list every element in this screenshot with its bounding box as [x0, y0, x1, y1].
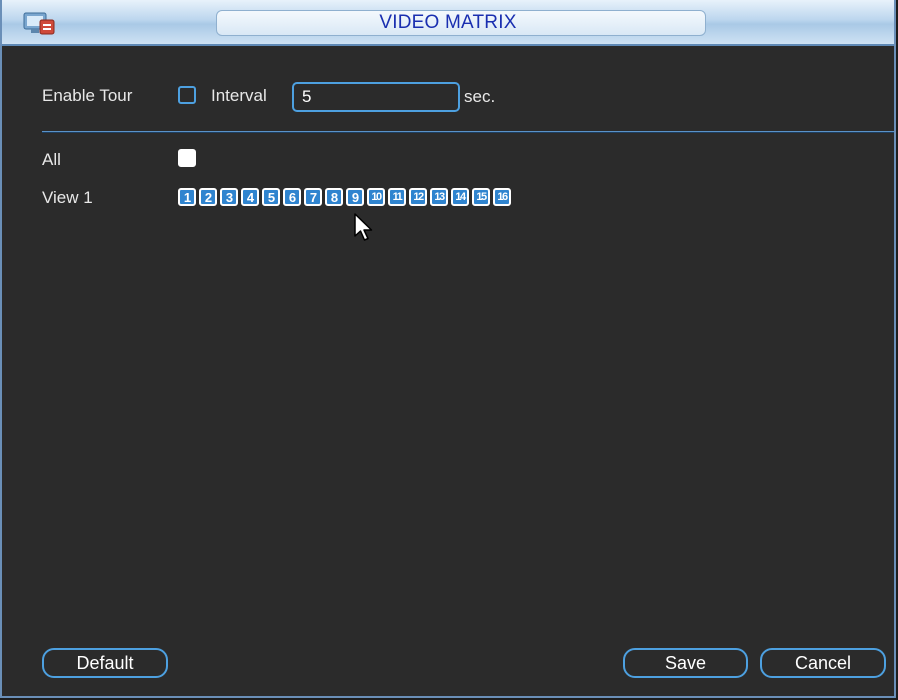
view1-channel-list: 1 2 3 4 5 6 7 8 9 10 11 12 13 14 15 16 [178, 188, 514, 206]
channel-1-toggle[interactable]: 1 [178, 188, 196, 206]
view1-label: View 1 [42, 188, 93, 207]
channel-15-toggle[interactable]: 15 [472, 188, 490, 206]
interval-input[interactable]: 5 [292, 82, 460, 112]
default-button[interactable]: Default [42, 648, 168, 678]
channel-7-toggle[interactable]: 7 [304, 188, 322, 206]
interval-unit-label: sec. [464, 87, 496, 106]
interval-label: Interval [211, 86, 267, 105]
channel-11-toggle[interactable]: 11 [388, 188, 406, 206]
channel-9-toggle[interactable]: 9 [346, 188, 364, 206]
window-title: VIDEO MATRIX [379, 12, 517, 33]
channel-6-toggle[interactable]: 6 [283, 188, 301, 206]
mouse-pointer-icon [354, 213, 373, 241]
video-matrix-window: VIDEO MATRIX Enable Tour Interval 5 sec.… [0, 0, 896, 698]
enable-tour-label: Enable Tour [42, 86, 133, 105]
section-divider [42, 131, 894, 132]
channel-4-toggle[interactable]: 4 [241, 188, 259, 206]
all-label: All [42, 150, 61, 169]
save-button[interactable]: Save [623, 648, 748, 678]
channel-12-toggle[interactable]: 12 [409, 188, 427, 206]
channel-5-toggle[interactable]: 5 [262, 188, 280, 206]
channel-13-toggle[interactable]: 13 [430, 188, 448, 206]
channel-16-toggle[interactable]: 16 [493, 188, 511, 206]
channel-14-toggle[interactable]: 14 [451, 188, 469, 206]
channel-10-toggle[interactable]: 10 [367, 188, 385, 206]
channel-3-toggle[interactable]: 3 [220, 188, 238, 206]
cancel-button[interactable]: Cancel [760, 648, 886, 678]
enable-tour-checkbox[interactable] [178, 86, 196, 104]
channel-2-toggle[interactable]: 2 [199, 188, 217, 206]
all-checkbox[interactable] [178, 149, 196, 167]
title-bar: VIDEO MATRIX [2, 0, 894, 46]
channel-8-toggle[interactable]: 8 [325, 188, 343, 206]
